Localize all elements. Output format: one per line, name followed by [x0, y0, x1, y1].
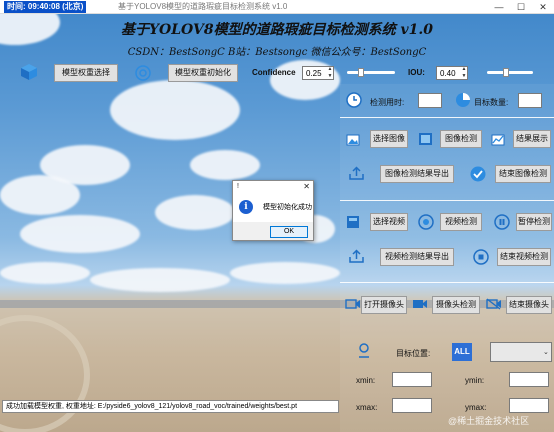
pause-detect-button[interactable]: 暂停检测: [516, 213, 552, 231]
status-bar: 成功加载模型权重, 权重地址: E:/pyside6_yolov8_121/yo…: [2, 400, 339, 413]
iou-slider-handle[interactable]: [503, 68, 509, 77]
section-divider: [340, 200, 554, 201]
detect-time-label: 检测用时:: [370, 98, 405, 107]
dialog-close-button[interactable]: ✕: [303, 181, 310, 192]
ymax-value: [509, 398, 549, 413]
end-image-detect-button[interactable]: 结束图像检测: [495, 165, 551, 183]
select-weight-button[interactable]: 模型权重选择: [54, 64, 118, 82]
dirt-road: [0, 315, 90, 432]
cloud: [190, 150, 260, 180]
export-image-result-button[interactable]: 图像检测结果导出: [380, 165, 454, 183]
iou-slider[interactable]: [487, 68, 533, 77]
watermark: @稀土掘金技术社区: [448, 416, 530, 426]
cloud: [90, 268, 230, 292]
video-detect-icon: [418, 214, 434, 230]
confidence-slider[interactable]: [347, 68, 395, 77]
stop-icon: [473, 249, 489, 265]
cloud: [0, 175, 80, 215]
ymin-value: [509, 372, 549, 387]
cube-icon: [20, 63, 38, 81]
select-image-button[interactable]: 选择图像: [370, 130, 408, 148]
xmin-label: xmin:: [356, 376, 376, 385]
clock-display: 时间: 09:40:08 (北京): [4, 1, 87, 13]
init-weight-button[interactable]: 模型权重初始化: [168, 64, 238, 82]
pie-chart-icon: [455, 92, 471, 108]
target-count-label: 目标数量:: [474, 98, 509, 107]
xmax-label: xmax:: [356, 403, 378, 412]
iou-spin-up[interactable]: ▲: [460, 66, 468, 72]
export-video-result-button[interactable]: 视频检测结果导出: [380, 248, 454, 266]
show-result-button[interactable]: 结果展示: [513, 130, 551, 148]
dialog-title-bar[interactable]: ! ✕: [233, 181, 313, 192]
chevron-down-icon[interactable]: ⌄: [543, 348, 549, 356]
window-title: 基于YOLOV8模型的道路瑕疵目标检测系统 v1.0: [118, 2, 288, 11]
check-circle-icon: [470, 166, 486, 182]
cloud: [110, 80, 240, 140]
pause-icon: [494, 214, 510, 230]
open-camera-button[interactable]: 打开摄像头: [361, 296, 407, 314]
image-icon: [346, 133, 360, 147]
dialog-message: 模型初始化成功: [263, 204, 312, 211]
export-icon: [349, 166, 364, 180]
select-video-button[interactable]: 选择视频: [370, 213, 408, 231]
video-icon: [346, 215, 360, 229]
all-badge-icon: ALL: [452, 343, 472, 361]
target-count-value: [518, 93, 542, 108]
xmax-value: [392, 398, 432, 413]
camera-icon: [345, 298, 361, 310]
page-subtitle: CSDN：BestSongC B站：Bestsongc 微信公众号：BestSo…: [127, 47, 427, 58]
camera-detect-icon: [412, 298, 428, 310]
target-icon: [134, 64, 152, 82]
clock-icon: [346, 92, 362, 108]
confidence-label: Confidence: [252, 68, 296, 77]
image-detect-button[interactable]: 图像检测: [440, 130, 482, 148]
minimize-button[interactable]: —: [488, 0, 510, 14]
chart-line-icon: [491, 133, 505, 147]
title-bar[interactable]: 时间: 09:40:08 (北京) 基于YOLOV8模型的道路瑕疵目标检测系统 …: [0, 0, 554, 14]
iou-spin-down[interactable]: ▼: [460, 73, 468, 79]
detect-time-value: [418, 93, 442, 108]
end-video-detect-button[interactable]: 结束视频检测: [497, 248, 551, 266]
confidence-spin-down[interactable]: ▼: [326, 73, 334, 79]
ymax-label: ymax:: [465, 403, 487, 412]
video-detect-button[interactable]: 视频检测: [440, 213, 482, 231]
cloud: [155, 195, 235, 230]
camera-off-icon: [486, 298, 502, 310]
close-button[interactable]: ✕: [532, 0, 554, 14]
ymin-label: ymin:: [465, 376, 485, 385]
image-detect-icon: [418, 132, 433, 146]
dialog-title: !: [237, 183, 239, 190]
confidence-spin-up[interactable]: ▲: [326, 66, 334, 72]
page-title: 基于YOLOV8模型的道路瑕疵目标检测系统 v1.0: [121, 22, 433, 38]
cloud: [230, 262, 340, 284]
target-position-label: 目标位置:: [396, 349, 431, 358]
export-video-icon: [349, 249, 364, 263]
cloud: [0, 262, 90, 284]
ok-button[interactable]: OK: [270, 226, 308, 238]
message-dialog: ! ✕ i 模型初始化成功 OK: [232, 180, 314, 241]
info-icon: i: [239, 200, 253, 214]
iou-label: IOU:: [408, 68, 425, 77]
section-divider: [340, 117, 554, 118]
end-camera-button[interactable]: 结束摄像头: [506, 296, 552, 314]
xmin-value: [392, 372, 432, 387]
location-icon: [357, 342, 371, 358]
section-divider: [340, 282, 554, 283]
cloud: [20, 215, 140, 253]
confidence-slider-handle[interactable]: [358, 68, 364, 77]
camera-detect-button[interactable]: 摄像头检测: [432, 296, 480, 314]
maximize-button[interactable]: ☐: [510, 0, 532, 14]
